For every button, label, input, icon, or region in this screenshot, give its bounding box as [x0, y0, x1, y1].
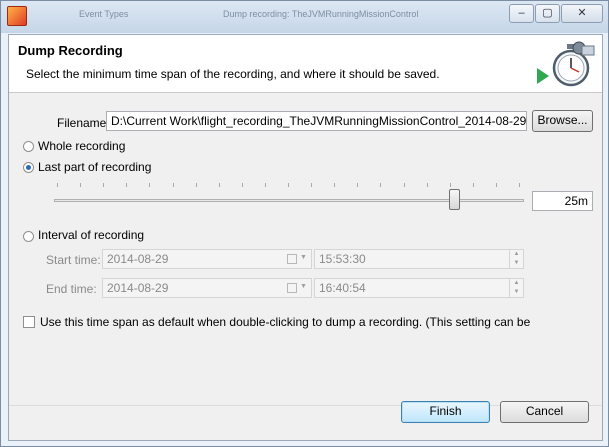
title-bar[interactable]: Event Types Dump recording: TheJVMRunnin…: [1, 1, 608, 33]
maximize-button[interactable]: ▢: [535, 4, 560, 23]
dialog-header: Dump Recording Select the minimum time s…: [9, 35, 602, 93]
slider-tick: [519, 183, 520, 187]
end-time-label: End time:: [46, 282, 97, 296]
slider-tick: [126, 183, 128, 187]
cancel-button[interactable]: Cancel: [500, 401, 589, 423]
slider-tick: [218, 183, 220, 187]
slider-tick: [172, 183, 174, 187]
end-time-field[interactable]: 16:40:54: [314, 278, 510, 298]
stopwatch-record-icon: [537, 41, 595, 87]
slider-tick: [426, 183, 428, 187]
dialog-window: Event Types Dump recording: TheJVMRunnin…: [0, 0, 609, 447]
finish-button[interactable]: Finish: [401, 401, 490, 423]
slider-tick: [403, 183, 405, 187]
close-button[interactable]: ✕: [561, 4, 603, 23]
slider-tick: [311, 183, 313, 187]
slider-tick: [380, 183, 382, 187]
calendar-icon[interactable]: [287, 254, 297, 264]
chevron-down-icon[interactable]: ▼: [300, 283, 307, 290]
slider-tick: [57, 183, 58, 187]
slider-thumb[interactable]: [449, 189, 461, 210]
start-time-field[interactable]: 15:53:30: [314, 249, 510, 269]
slider-tick: [241, 183, 243, 187]
dialog-title: Dump Recording: [18, 43, 123, 58]
slider-tick: [495, 183, 497, 187]
slider-tick: [357, 183, 359, 187]
end-time-spinner[interactable]: ▲ ▼: [509, 278, 524, 298]
slider-tick: [103, 183, 105, 187]
interval-radio[interactable]: [23, 231, 34, 242]
background-window-title: Dump recording: TheJVMRunningMissionCont…: [223, 9, 419, 19]
slider-tick: [195, 183, 197, 187]
slider-tick: [149, 183, 151, 187]
filename-label: Filename:: [57, 116, 110, 130]
whole-recording-radio[interactable]: [23, 141, 34, 152]
slider-tick: [288, 183, 289, 187]
flight-recorder-app-icon: [7, 6, 27, 26]
default-timespan-label[interactable]: Use this time span as default when doubl…: [40, 315, 530, 329]
slider-tick: [472, 183, 474, 187]
last-part-radio[interactable]: [23, 162, 34, 173]
dialog-description: Select the minimum time span of the reco…: [26, 67, 440, 81]
minimize-button[interactable]: –: [509, 4, 534, 23]
slider-tick: [80, 183, 82, 187]
start-time-spinner[interactable]: ▲ ▼: [509, 249, 524, 269]
start-time-label: Start time:: [46, 253, 101, 267]
whole-recording-label[interactable]: Whole recording: [38, 139, 125, 153]
dialog-content: Dump Recording Select the minimum time s…: [8, 34, 603, 441]
slider-tick: [334, 183, 336, 187]
time-span-value: 25m: [532, 191, 593, 211]
chevron-down-icon[interactable]: ▼: [300, 254, 307, 261]
default-timespan-checkbox[interactable]: [23, 316, 35, 328]
start-date-field[interactable]: 2014-08-29: [102, 249, 312, 269]
slider-tick: [264, 183, 266, 187]
last-part-label[interactable]: Last part of recording: [38, 160, 151, 174]
slider-tick: [449, 183, 451, 187]
background-window-title: Event Types: [79, 9, 129, 19]
end-date-field[interactable]: 2014-08-29: [102, 278, 312, 298]
interval-label[interactable]: Interval of recording: [38, 228, 144, 242]
calendar-icon[interactable]: [287, 283, 297, 293]
filename-field[interactable]: D:\Current Work\flight_recording_TheJVMR…: [106, 111, 527, 131]
browse-button[interactable]: Browse...: [532, 110, 593, 132]
